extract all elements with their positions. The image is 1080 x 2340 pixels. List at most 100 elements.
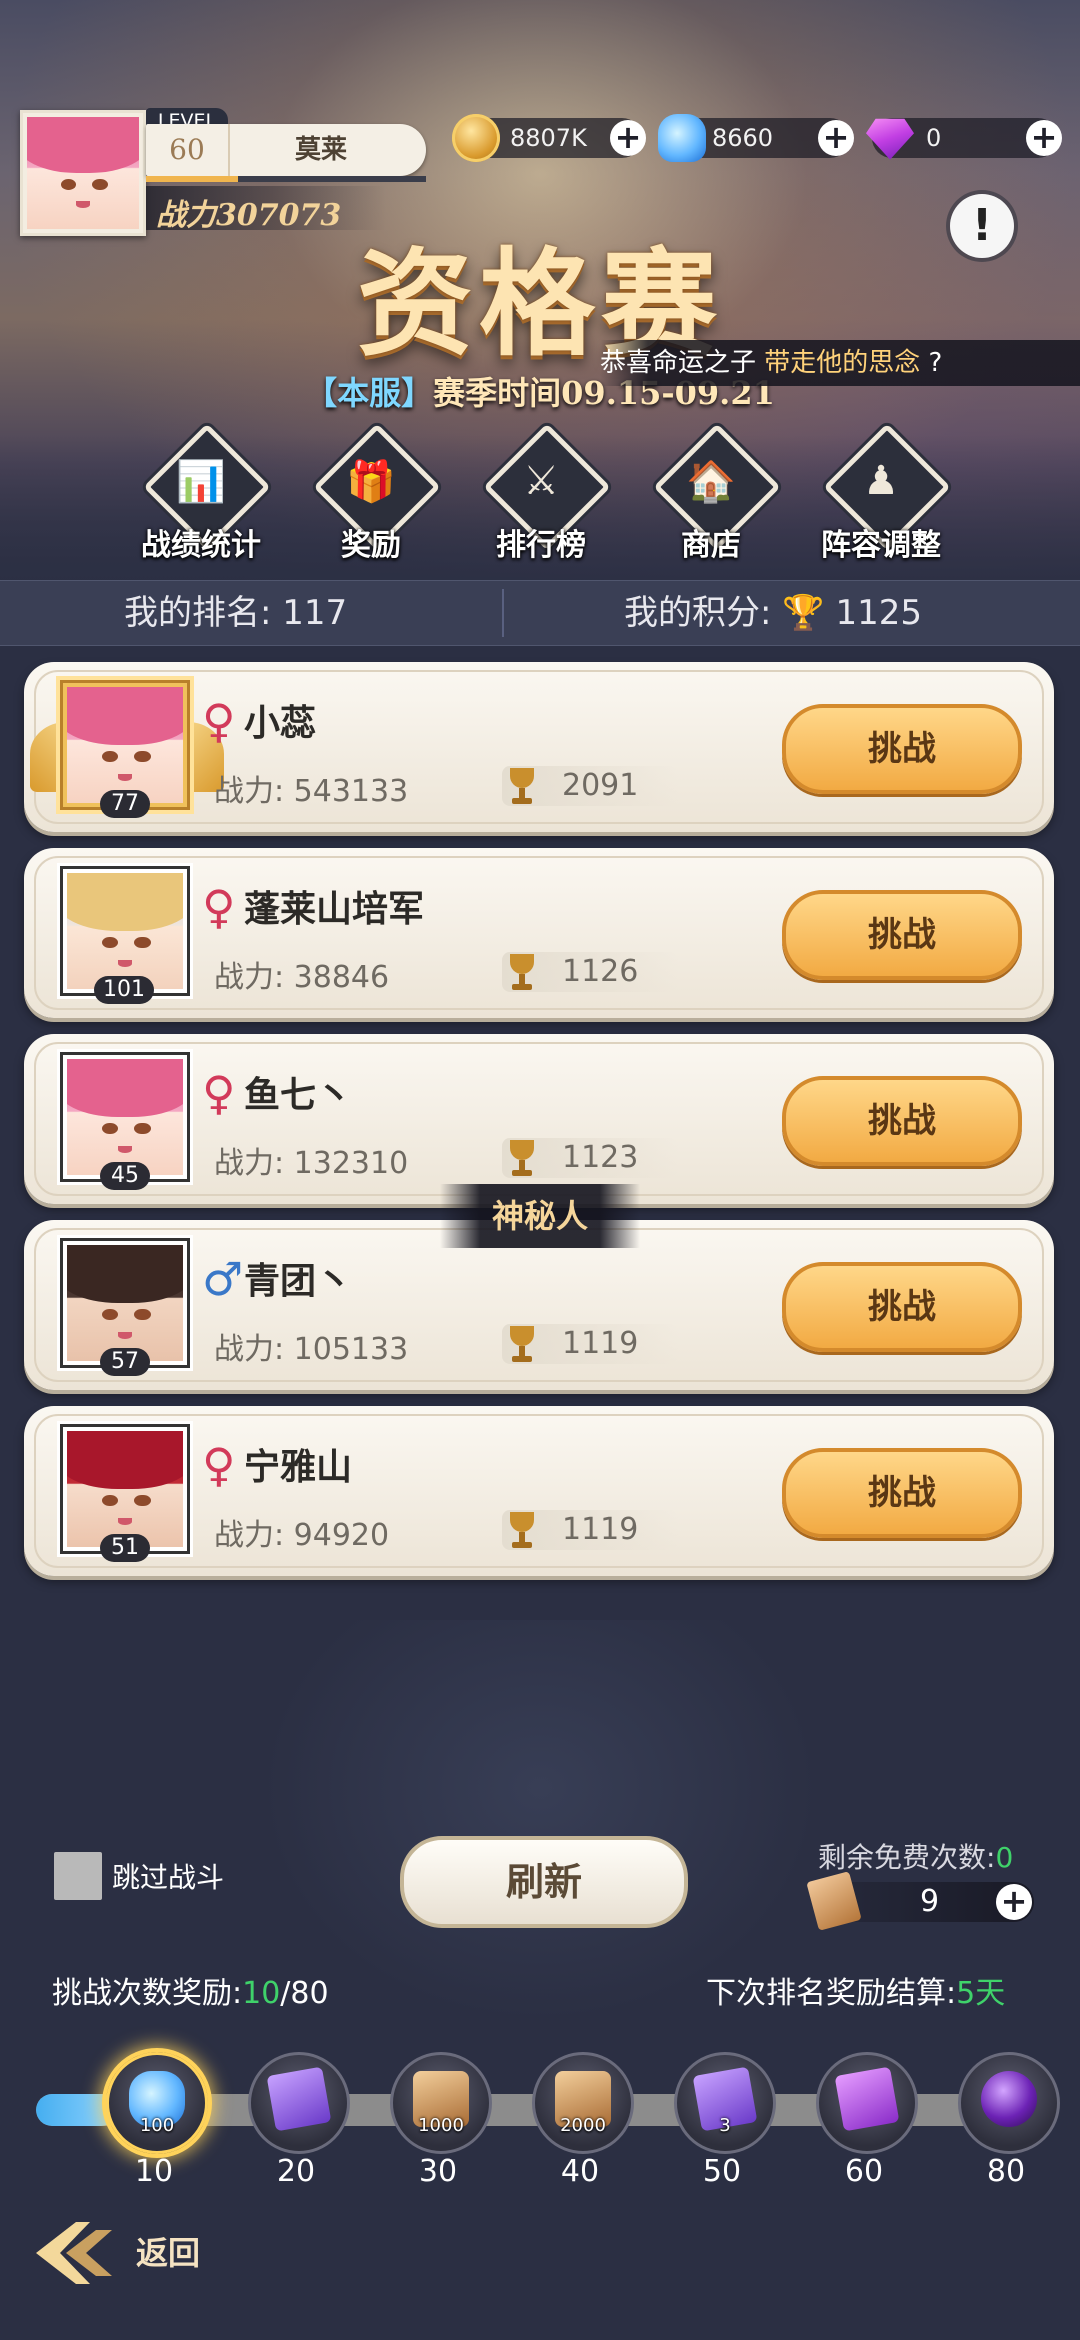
add-gem-button[interactable]: + xyxy=(818,120,854,156)
milestone-label: 50 xyxy=(702,2154,742,2189)
opponent-power: 战力: 94920 xyxy=(214,1518,390,1553)
trophy-icon: 🏆 xyxy=(782,593,825,633)
reward-qty: 2000 xyxy=(560,2115,606,2136)
female-icon: ♀ xyxy=(202,1438,236,1492)
currency-diamond: 0 + xyxy=(866,118,1062,160)
marquee-suffix: ? xyxy=(928,348,943,378)
reward-node-80[interactable] xyxy=(958,2052,1060,2154)
exp-bar xyxy=(146,176,426,182)
nav-lineup[interactable]: ♟ 阵容调整 xyxy=(806,423,956,563)
trophy-icon xyxy=(502,1322,542,1366)
female-icon: ♀ xyxy=(202,880,236,934)
back-arrow-icon[interactable] xyxy=(32,2218,118,2288)
challenge-button[interactable]: 挑战 xyxy=(782,890,1022,980)
nav-label: 商店 xyxy=(681,528,741,563)
milestone-label: 40 xyxy=(560,2154,600,2189)
challenge-button[interactable]: 挑战 xyxy=(782,1262,1022,1352)
nav-label: 排行榜 xyxy=(496,528,586,563)
opponent-level: 77 xyxy=(100,790,150,818)
opponent-card: 77 ♀ 小蕊 战力: 543133 2091 挑战 xyxy=(24,662,1054,832)
diamond-value: 0 xyxy=(926,124,942,152)
opponent-name: 鱼七丶 xyxy=(244,1074,353,1116)
challenge-button[interactable]: 挑战 xyxy=(782,1076,1022,1166)
settlement-label: 下次排名奖励结算: xyxy=(706,1976,957,2011)
trophy-icon xyxy=(502,764,542,808)
refresh-button[interactable]: 刷新 xyxy=(400,1836,688,1928)
add-gold-button[interactable]: + xyxy=(610,120,646,156)
currency-gold: 8807K + xyxy=(452,114,646,162)
ticket-value: 9 xyxy=(920,1884,940,1919)
skip-battle-checkbox[interactable] xyxy=(54,1852,102,1900)
challenge-button[interactable]: 挑战 xyxy=(782,1448,1022,1538)
winged-card-icon xyxy=(266,2066,332,2132)
opponent-score-value: 1123 xyxy=(562,1140,639,1175)
my-rank-value: 117 xyxy=(282,593,348,633)
purple-card-icon xyxy=(834,2066,900,2132)
opponent-score: 1126 xyxy=(502,952,678,992)
gold-value: 8807K xyxy=(510,124,587,152)
female-icon: ♀ xyxy=(202,1066,236,1120)
player-level: 60 xyxy=(146,124,230,176)
reward-node-50[interactable]: 3 xyxy=(674,2052,776,2154)
chess-pieces-icon: ♟ xyxy=(863,458,899,504)
marquee-prefix: 恭喜命运之子 xyxy=(600,348,765,378)
opponent-card: 101 ♀ 蓬莱山培军 战力: 38846 1126 挑战 xyxy=(24,848,1054,1018)
rank-divider xyxy=(502,589,504,637)
challenge-reward-current: 10 xyxy=(242,1976,281,2011)
trophy-icon xyxy=(502,950,542,994)
skip-battle-label: 跳过战斗 xyxy=(112,1861,225,1894)
announcement-marquee: 恭喜命运之子 带走他的思念 ? xyxy=(600,340,1080,386)
purple-orb-icon xyxy=(981,2071,1037,2127)
gift-box-icon: 🎁 xyxy=(346,459,396,505)
opponent-score: 1123 xyxy=(502,1138,678,1178)
milestone-label: 60 xyxy=(844,2154,884,2189)
male-icon: ♂ xyxy=(202,1252,244,1306)
reward-progress-fill xyxy=(36,2094,117,2126)
mystery-person-label: 神秘人 xyxy=(440,1184,640,1248)
reward-node-20[interactable] xyxy=(248,2052,350,2154)
opponent-level: 51 xyxy=(100,1534,150,1562)
nav-battle-stats[interactable]: 📊 战绩统计 xyxy=(126,423,276,563)
reward-qty: 1000 xyxy=(418,2115,464,2136)
opponent-name: 青团丶 xyxy=(244,1260,353,1302)
player-name: 莫莱 xyxy=(294,135,347,165)
back-button[interactable]: 返回 xyxy=(136,2228,200,2274)
free-refresh-value: 0 xyxy=(995,1841,1014,1874)
add-diamond-button[interactable]: + xyxy=(1026,120,1062,156)
opponent-card: 45 ♀ 鱼七丶 战力: 132310 1123 挑战 xyxy=(24,1034,1054,1204)
season-server-tag: 【本服】 xyxy=(305,374,434,412)
opponent-level: 101 xyxy=(94,976,154,1004)
marquee-highlight: 带走他的思念 xyxy=(764,348,929,378)
opponent-power: 战力: 105133 xyxy=(214,1332,409,1367)
nav-label: 阵容调整 xyxy=(821,528,941,563)
nav-shop[interactable]: 🏠 商店 xyxy=(636,423,786,563)
nav-label: 战绩统计 xyxy=(141,528,261,563)
reward-node-60[interactable] xyxy=(816,2052,918,2154)
milestone-label: 20 xyxy=(276,2154,316,2189)
challenge-count-reward: 挑战次数奖励:10/80 xyxy=(52,1968,329,2012)
opponent-card: 51 ♀ 宁雅山 战力: 94920 1119 挑战 xyxy=(24,1406,1054,1576)
challenge-button[interactable]: 挑战 xyxy=(782,704,1022,794)
my-score-label: 我的积分: xyxy=(624,593,772,633)
reward-node-10[interactable]: 100 xyxy=(106,2052,208,2154)
reward-node-40[interactable]: 2000 xyxy=(532,2052,634,2154)
my-rank-bar: 我的排名: 117 我的积分: 🏆 1125 xyxy=(0,580,1080,646)
female-icon: ♀ xyxy=(202,694,236,748)
gold-coin-icon xyxy=(452,114,500,162)
nav-leaderboard[interactable]: ⚔ 排行榜 xyxy=(466,423,616,563)
swords-icon: ⚔ xyxy=(523,458,559,504)
my-score-value: 1125 xyxy=(835,593,922,633)
milestone-label: 30 xyxy=(418,2154,458,2189)
add-ticket-button[interactable]: + xyxy=(996,1884,1032,1920)
opponent-score: 1119 xyxy=(502,1510,678,1550)
opponent-power: 战力: 132310 xyxy=(214,1146,409,1181)
reward-node-30[interactable]: 1000 xyxy=(390,2052,492,2154)
my-score: 我的积分: 🏆 1125 xyxy=(624,581,922,645)
shop-icon: 🏠 xyxy=(686,459,736,505)
bar-chart-icon: 📊 xyxy=(176,459,226,505)
nav-rewards[interactable]: 🎁 奖励 xyxy=(296,423,446,563)
next-rank-settlement: 下次排名奖励结算:5天 xyxy=(706,1968,1005,2012)
opponent-score-value: 1119 xyxy=(562,1326,639,1361)
gem-value: 8660 xyxy=(712,124,774,152)
opponent-score: 1119 xyxy=(502,1324,678,1364)
